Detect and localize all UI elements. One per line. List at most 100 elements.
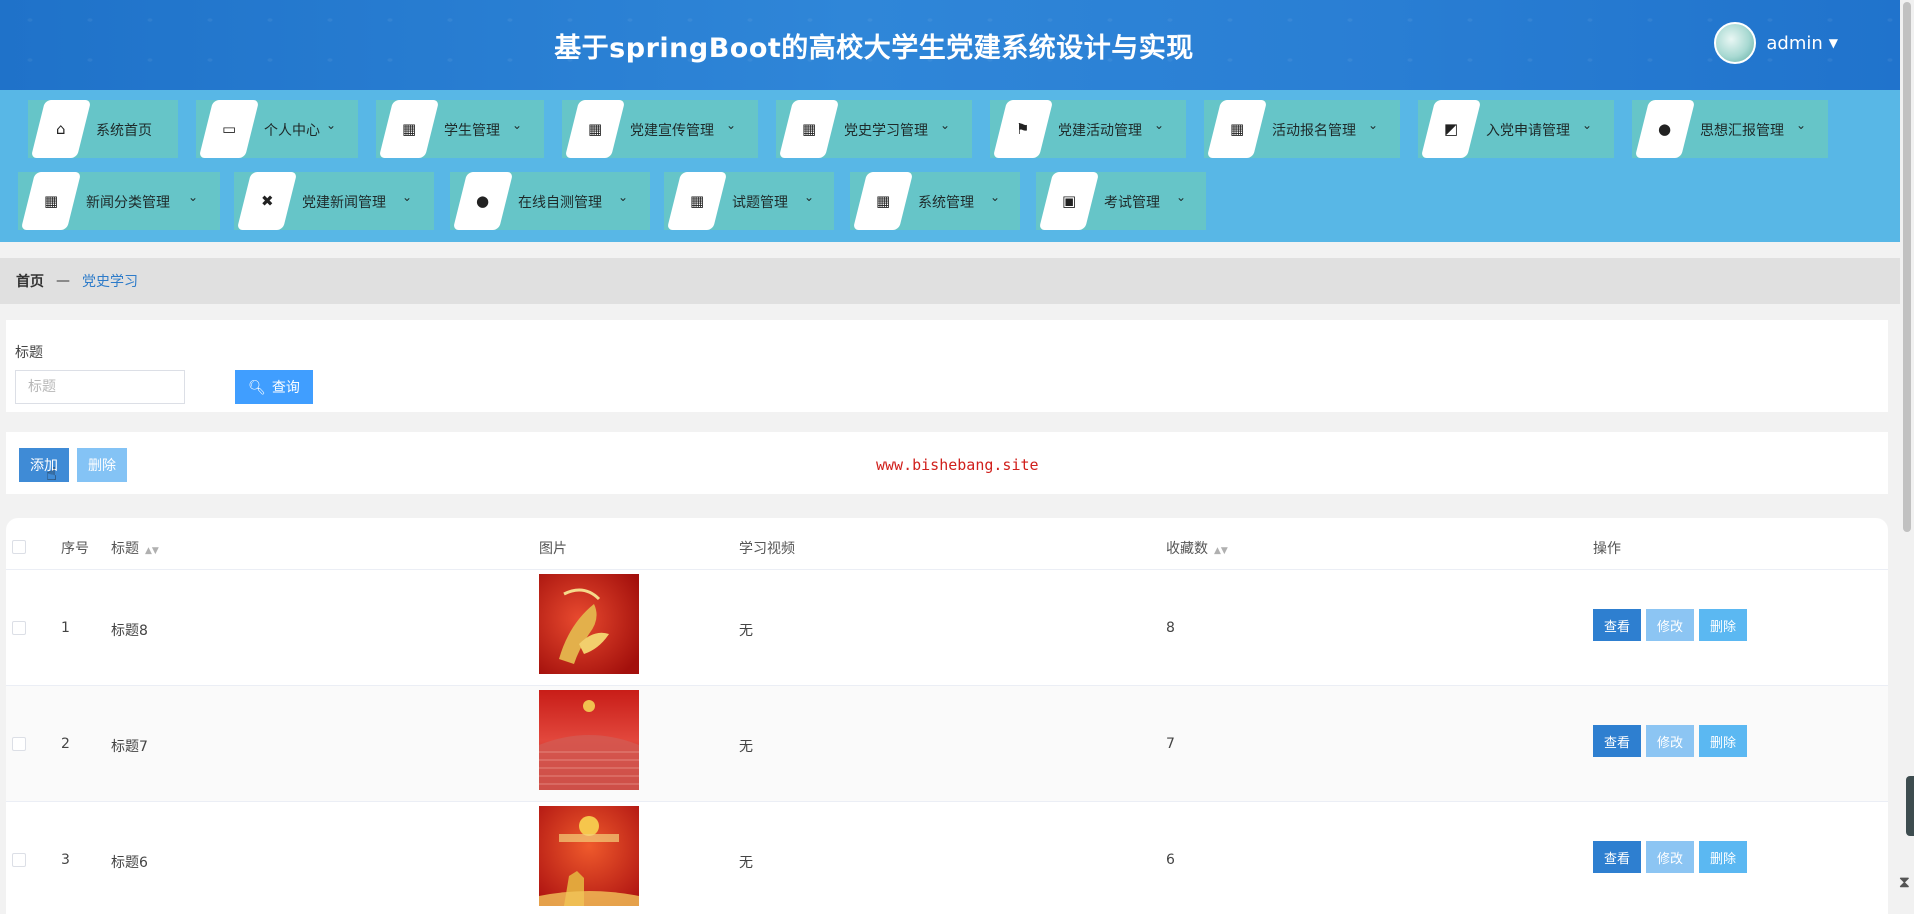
- sort-icon: ▲▼: [145, 546, 159, 556]
- user-icon: ●: [476, 192, 490, 210]
- ticket-icon: ✖: [260, 192, 274, 210]
- cell-video: 无: [739, 739, 753, 755]
- grid-icon: ▦: [801, 120, 817, 138]
- grid-icon: ▦: [43, 192, 59, 210]
- cell-video: 无: [739, 855, 753, 871]
- header-index: 序号: [61, 541, 89, 557]
- nav-item-exams[interactable]: ▣ 考试管理 ⌄: [1036, 172, 1206, 230]
- nav-item-news-category[interactable]: ▦ 新闻分类管理 ⌄: [18, 172, 220, 230]
- data-table: 序号 标题 ▲▼ 图片 学习视频 收藏数 ▲▼ 操作 1 标题8 无 8 查看 修改…: [6, 518, 1888, 914]
- nav-item-news[interactable]: ✖ 党建新闻管理 ⌄: [234, 172, 434, 230]
- select-all-checkbox[interactable]: [12, 540, 26, 554]
- user-menu[interactable]: admin ▼: [1714, 22, 1838, 64]
- hand-cursor-icon: ☝: [46, 464, 57, 485]
- cell-index: 2: [61, 736, 70, 752]
- nav-item-application[interactable]: ◩ 入党申请管理 ⌄: [1418, 100, 1614, 158]
- cell-title: 标题8: [111, 623, 148, 639]
- cell-favorites: 6: [1166, 852, 1175, 868]
- edit-button[interactable]: 修改: [1646, 841, 1694, 873]
- main-nav: ⌂ 系统首页 ▭ 个人中心 ⌄ ▦ 学生管理 ⌄ ▦ 党建宣传管理 ⌄ ▦ 党史…: [0, 90, 1900, 242]
- breadcrumb-home[interactable]: 首页: [16, 271, 44, 291]
- nav-label: 入党申请管理: [1486, 123, 1570, 139]
- row-checkbox[interactable]: [12, 737, 26, 751]
- search-button[interactable]: 🔍︎ 查询: [235, 370, 313, 404]
- avatar[interactable]: [1714, 22, 1757, 64]
- row-checkbox[interactable]: [12, 853, 26, 867]
- view-button[interactable]: 查看: [1593, 609, 1641, 641]
- search-button-label: 查询: [271, 379, 300, 395]
- nav-item-activities[interactable]: ⚑ 党建活动管理 ⌄: [990, 100, 1186, 158]
- nav-item-history-study[interactable]: ▦ 党史学习管理 ⌄: [776, 100, 972, 158]
- site-title: 基于springBoot的高校大学生党建系统设计与实现: [554, 33, 1194, 64]
- top-header: 基于springBoot的高校大学生党建系统设计与实现 admin ▼: [0, 0, 1900, 90]
- edit-button[interactable]: 修改: [1646, 725, 1694, 757]
- nav-label: 活动报名管理: [1272, 123, 1356, 139]
- header-title[interactable]: 标题 ▲▼: [111, 538, 159, 558]
- search-panel: 标题 🔍︎ 查询: [6, 320, 1888, 412]
- nav-label: 新闻分类管理: [86, 195, 170, 211]
- table-row: 1 标题8 无 8 查看 修改 删除: [6, 570, 1888, 686]
- nav-item-reports[interactable]: ● 思想汇报管理 ⌄: [1632, 100, 1828, 158]
- nav-label: 系统管理: [918, 195, 974, 211]
- view-button[interactable]: 查看: [1593, 841, 1641, 873]
- batch-delete-button[interactable]: 删除: [77, 448, 127, 482]
- cell-index: 3: [61, 852, 70, 868]
- chevron-down-icon: ⌄: [188, 190, 199, 204]
- nav-label: 党建新闻管理: [302, 195, 386, 211]
- nav-item-home[interactable]: ⌂ 系统首页: [28, 100, 178, 158]
- table-row: 2 标题7 无 7 查看 修改 删除: [6, 686, 1888, 802]
- grid-icon: ▦: [401, 120, 417, 138]
- search-icon: 🔍︎: [248, 378, 266, 395]
- nav-label: 系统首页: [96, 123, 152, 139]
- row-checkbox[interactable]: [12, 621, 26, 635]
- nav-item-profile[interactable]: ▭ 个人中心 ⌄: [196, 100, 358, 158]
- nav-label: 个人中心: [264, 123, 320, 139]
- chevron-down-icon: ⌄: [804, 190, 815, 204]
- edit-button[interactable]: 修改: [1646, 609, 1694, 641]
- nav-item-system[interactable]: ▦ 系统管理 ⌄: [850, 172, 1020, 230]
- action-bar: 添加 删除 ☝ www.bishebang.site: [6, 432, 1888, 494]
- nav-label: 党建活动管理: [1058, 123, 1142, 139]
- search-input[interactable]: [15, 370, 185, 404]
- chevron-down-icon: ⌄: [326, 118, 337, 132]
- breadcrumb-separator: —: [56, 273, 70, 289]
- cell-video: 无: [739, 623, 753, 639]
- chevron-down-icon: ⌄: [402, 190, 413, 204]
- cell-title: 标题6: [111, 855, 148, 871]
- side-panel-tab[interactable]: [1906, 776, 1914, 836]
- nav-item-questions[interactable]: ▦ 试题管理 ⌄: [664, 172, 834, 230]
- search-label: 标题: [15, 345, 43, 361]
- chevron-down-icon: ⌄: [1368, 118, 1379, 132]
- chevron-down-icon: ⌄: [1154, 118, 1165, 132]
- delete-button[interactable]: 删除: [1699, 841, 1747, 873]
- delete-button[interactable]: 删除: [1699, 609, 1747, 641]
- cell-favorites: 8: [1166, 620, 1175, 636]
- row-image[interactable]: [539, 574, 639, 674]
- view-button[interactable]: 查看: [1593, 725, 1641, 757]
- hourglass-icon[interactable]: ⧗: [1899, 872, 1910, 892]
- nav-label: 党史学习管理: [844, 123, 928, 139]
- username[interactable]: admin: [1766, 33, 1822, 54]
- cell-title: 标题7: [111, 739, 148, 755]
- nav-label: 考试管理: [1104, 195, 1160, 211]
- chevron-down-icon: ⌄: [1582, 118, 1593, 132]
- row-image[interactable]: [539, 690, 639, 790]
- nav-label: 试题管理: [732, 195, 788, 211]
- nav-item-self-test[interactable]: ● 在线自测管理 ⌄: [450, 172, 650, 230]
- nav-item-students[interactable]: ▦ 学生管理 ⌄: [376, 100, 544, 158]
- cell-favorites: 7: [1166, 736, 1175, 752]
- nav-item-publicity[interactable]: ▦ 党建宣传管理 ⌄: [562, 100, 758, 158]
- delete-button[interactable]: 删除: [1699, 725, 1747, 757]
- row-image[interactable]: [539, 806, 639, 906]
- flag-icon: ⚑: [1016, 120, 1030, 138]
- breadcrumb-current: 党史学习: [82, 274, 138, 290]
- home-icon: ⌂: [56, 120, 66, 138]
- watermark-text: www.bishebang.site: [876, 456, 1039, 474]
- nav-label: 在线自测管理: [518, 195, 602, 211]
- scrollbar-thumb[interactable]: [1903, 2, 1911, 532]
- chevron-down-icon: ⌄: [1176, 190, 1187, 204]
- caret-down-icon[interactable]: ▼: [1829, 36, 1838, 50]
- header-favorites[interactable]: 收藏数 ▲▼: [1166, 538, 1228, 558]
- add-button[interactable]: 添加: [19, 448, 69, 482]
- nav-item-signup[interactable]: ▦ 活动报名管理 ⌄: [1204, 100, 1400, 158]
